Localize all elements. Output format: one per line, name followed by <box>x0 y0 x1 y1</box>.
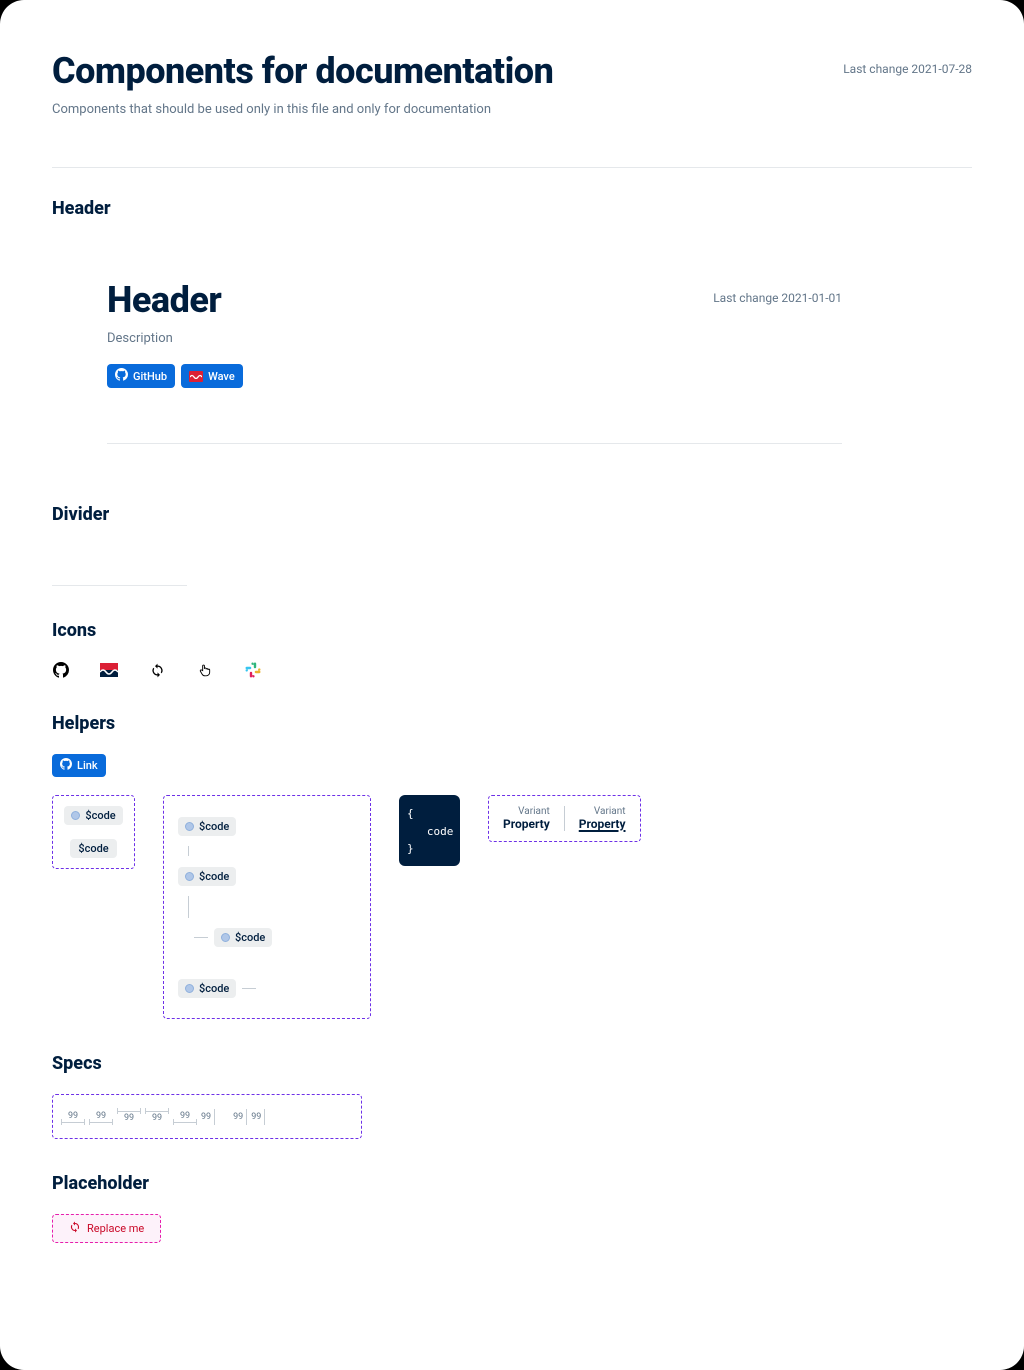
sync-icon <box>148 661 166 679</box>
spec-measure-vertical: 99 <box>233 1109 247 1125</box>
spec-measure-vertical: 99 <box>251 1109 265 1125</box>
code-chip: $code <box>214 928 272 947</box>
property-dot-icon <box>221 933 230 942</box>
icons-row <box>52 661 972 679</box>
wave-link-label: Wave <box>208 370 235 383</box>
spec-measure-vertical: 99 <box>201 1109 215 1125</box>
spec-measure: 99 <box>89 1111 113 1123</box>
spec-measure: 99 <box>61 1111 85 1123</box>
variant-label: Variant <box>594 806 626 817</box>
header-example-description: Description <box>107 331 842 346</box>
property-dot-icon <box>185 984 194 993</box>
code-chip: $code <box>178 817 236 836</box>
property-label: Property <box>579 817 626 831</box>
github-icon <box>115 368 128 384</box>
header-example-last-change: Last change 2021-01-01 <box>713 291 842 305</box>
link-button[interactable]: Link <box>52 754 106 777</box>
wave-icon <box>100 661 118 679</box>
vertical-separator <box>564 806 565 831</box>
property-label: Property <box>503 817 550 831</box>
header-example-links: GitHub Wave <box>107 364 842 388</box>
header-example: Header Last change 2021-01-01 Descriptio… <box>52 239 842 444</box>
header-example-rule <box>107 443 842 444</box>
variant-item: Variant Property <box>579 806 626 831</box>
placeholder-label: Replace me <box>87 1222 144 1235</box>
pointer-icon <box>196 661 214 679</box>
github-link-label: GitHub <box>133 370 167 383</box>
github-link-button[interactable]: GitHub <box>107 364 175 388</box>
code-chip-plain: $code <box>70 839 116 858</box>
connector-line <box>194 937 208 938</box>
code-chip-group-1: $code $code <box>52 795 135 869</box>
wave-link-button[interactable]: Wave <box>181 364 243 388</box>
link-button-label: Link <box>77 759 98 772</box>
placeholder-component[interactable]: Replace me <box>52 1214 161 1243</box>
title-row: Components for documentation Last change… <box>52 50 972 92</box>
code-chip: $code <box>64 806 122 825</box>
spec-measure: 99 <box>145 1111 169 1123</box>
github-icon <box>52 661 70 679</box>
section-title-specs: Specs <box>52 1053 972 1074</box>
slack-icon <box>244 661 262 679</box>
variant-item: Variant Property <box>503 806 550 831</box>
page-subtitle: Components that should be used only in t… <box>52 102 972 117</box>
horizontal-rule <box>52 167 972 168</box>
spec-measure: 99 <box>117 1111 141 1123</box>
specs-group: 99 99 99 99 99 99 99 99 <box>52 1094 362 1139</box>
property-dot-icon <box>185 872 194 881</box>
header-example-title: Header <box>107 279 221 321</box>
code-block: { code } <box>399 795 460 866</box>
variant-group: Variant Property Variant Property <box>488 795 641 842</box>
sync-icon <box>69 1221 81 1236</box>
variant-label: Variant <box>518 806 550 817</box>
spec-measure: 99 <box>173 1111 197 1123</box>
connector-line <box>242 988 256 989</box>
property-dot-icon <box>185 822 194 831</box>
last-change: Last change 2021-07-28 <box>843 62 972 76</box>
section-title-header: Header <box>52 198 972 219</box>
page-title: Components for documentation <box>52 50 553 92</box>
section-title-icons: Icons <box>52 620 972 641</box>
section-title-helpers: Helpers <box>52 713 972 734</box>
github-icon <box>60 758 72 773</box>
canvas: Components for documentation Last change… <box>0 0 1024 1370</box>
section-title-placeholder: Placeholder <box>52 1173 972 1194</box>
section-title-divider: Divider <box>52 504 972 525</box>
property-dot-icon <box>71 811 80 820</box>
divider-example <box>52 585 187 586</box>
code-chip: $code <box>178 867 236 886</box>
code-chip: $code <box>178 979 236 998</box>
code-chip-group-2: $code $code $code <box>163 795 371 1019</box>
wave-icon <box>189 371 203 382</box>
